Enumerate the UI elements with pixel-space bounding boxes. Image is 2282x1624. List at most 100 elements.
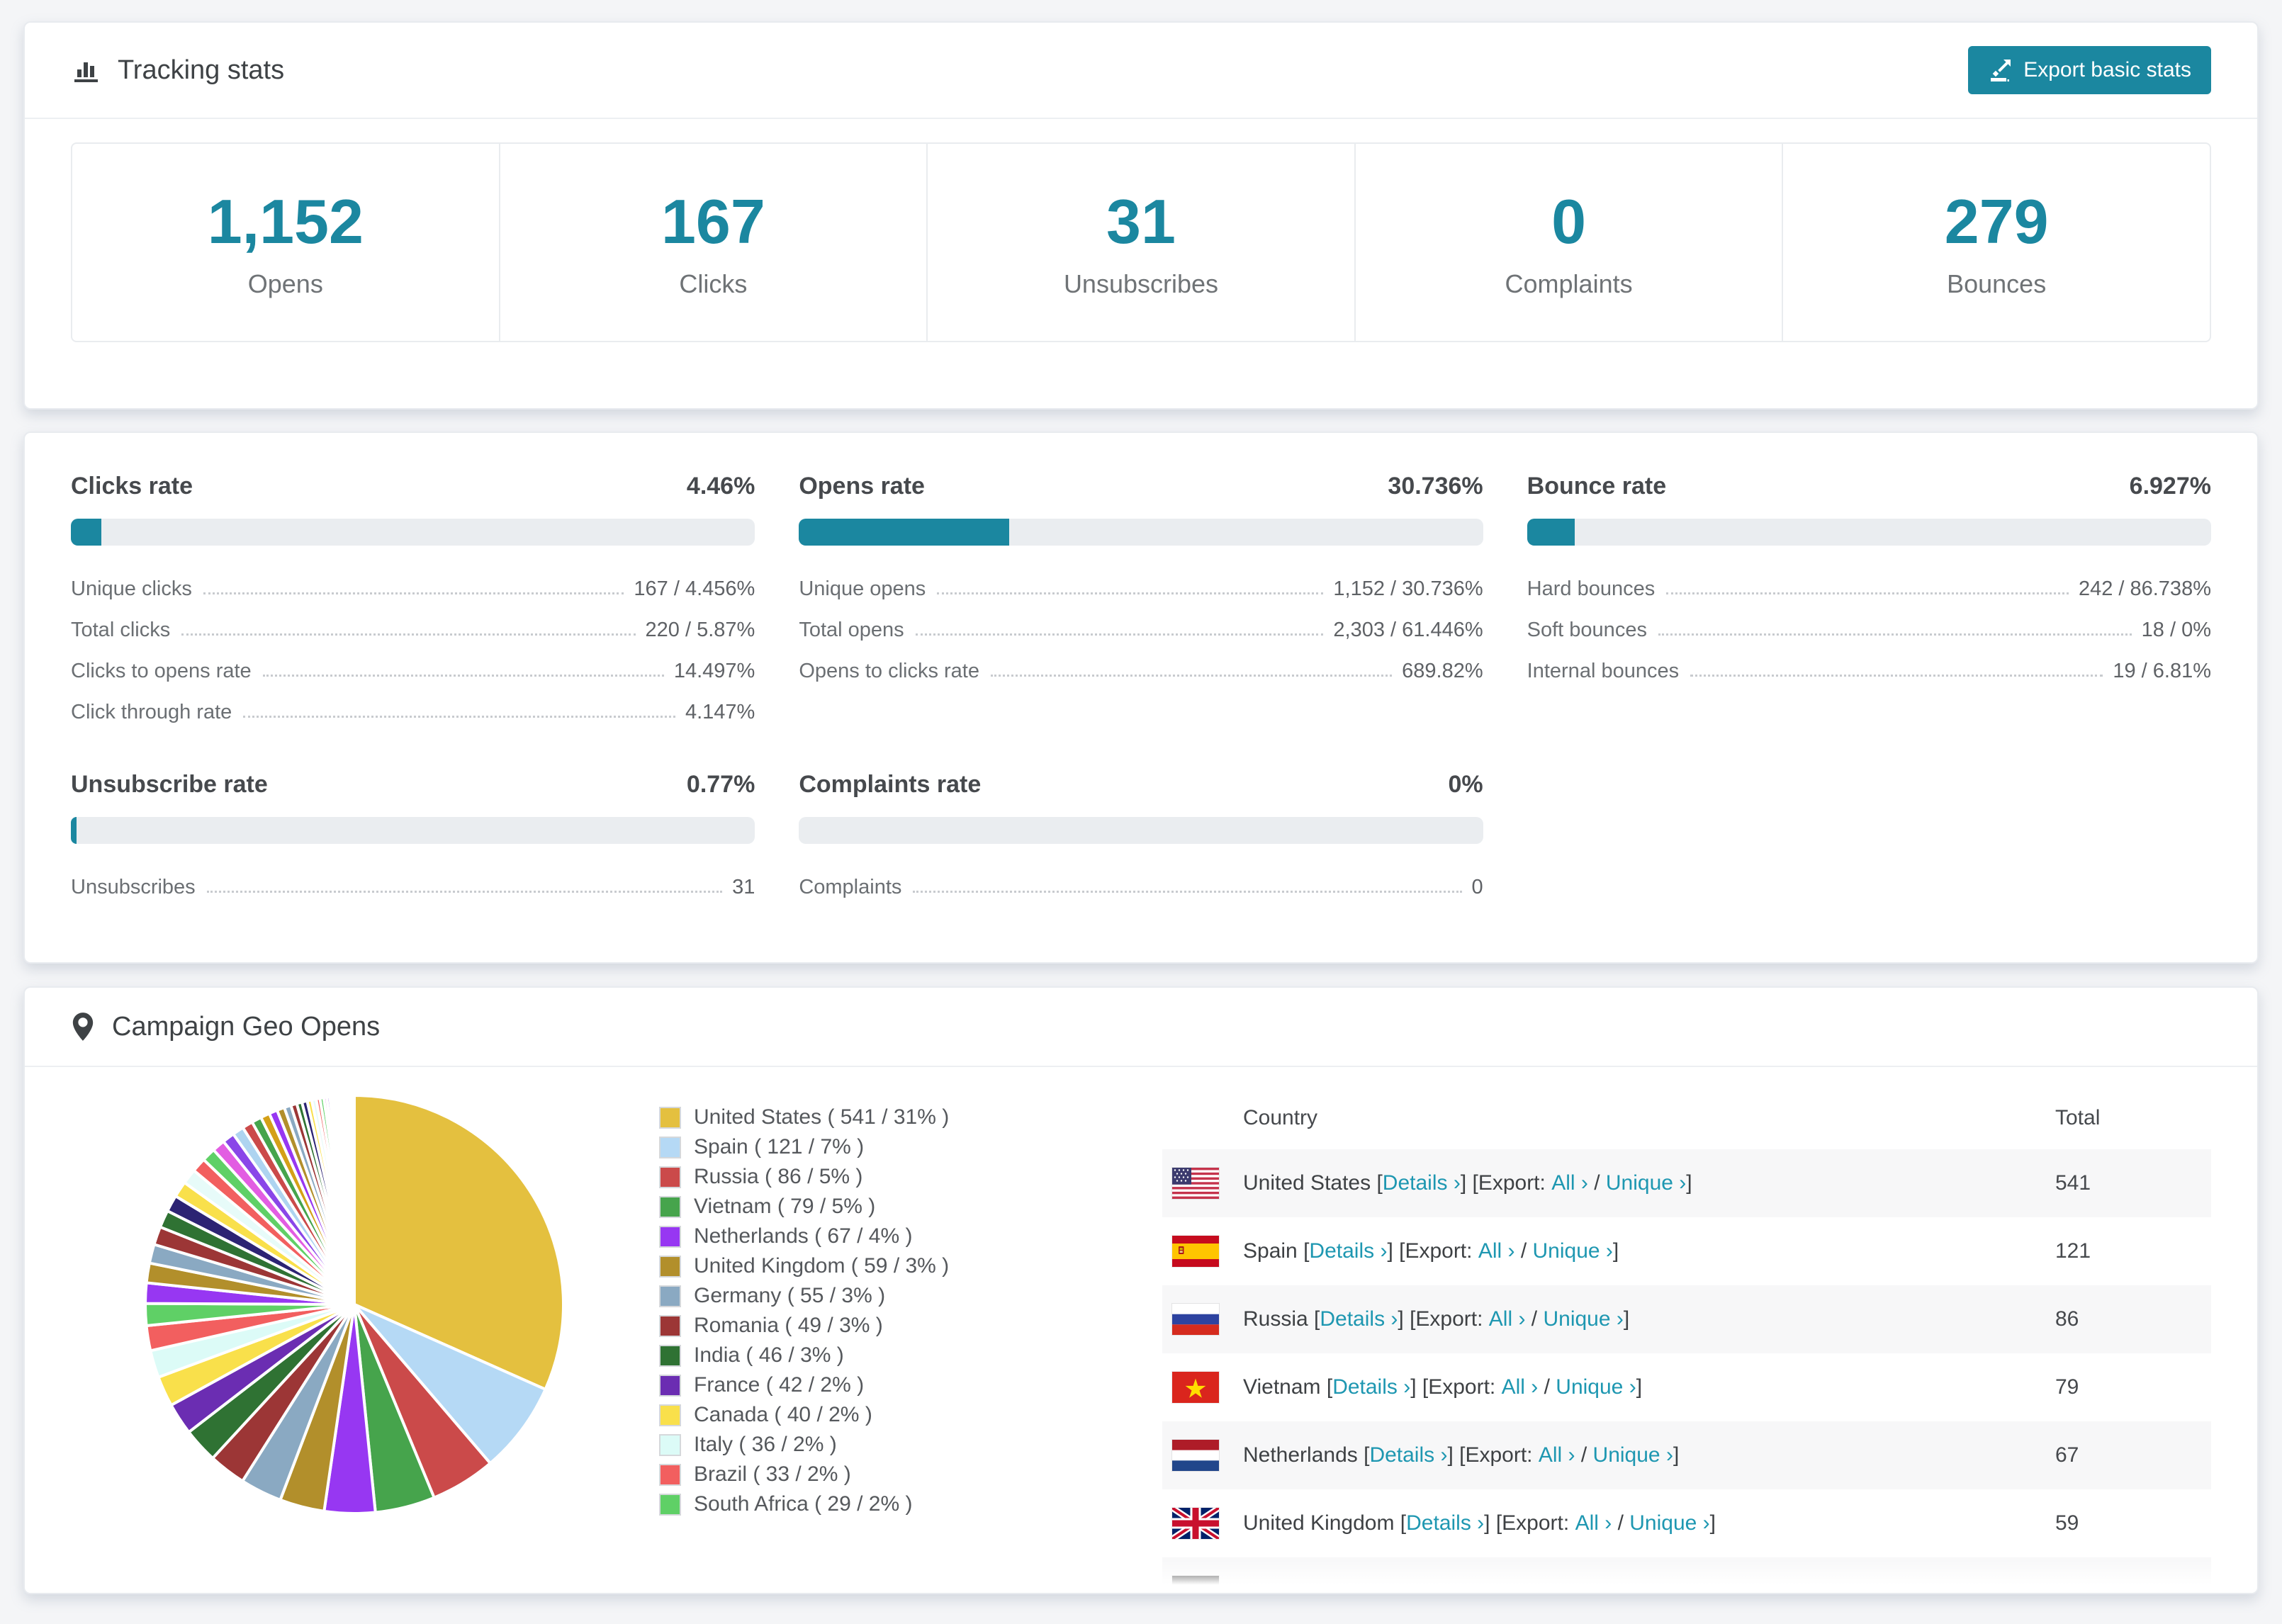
rate-row-click-through-rate: Click through rate 4.147% xyxy=(71,690,755,731)
stat-clicks: 167 Clicks xyxy=(500,144,928,341)
rate-row-hard-bounces: Hard bounces 242 / 86.738% xyxy=(1527,567,2211,608)
rate-progressfill-opens-rate xyxy=(799,519,1010,546)
row-punctuation: ] xyxy=(1686,1171,1692,1195)
rate-row-label: Opens to clicks rate xyxy=(799,660,979,682)
stat-label-bounces: Bounces xyxy=(1947,269,2047,298)
dotted-leader xyxy=(243,716,675,718)
rate-row-label: Unique clicks xyxy=(71,577,192,600)
campaign-geo-opens-header: Campaign Geo Opens xyxy=(25,988,2257,1067)
export-unique-link-russia[interactable]: Unique › xyxy=(1543,1307,1623,1331)
export-all-link-russia[interactable]: All › xyxy=(1489,1307,1526,1331)
rate-row-label: Unsubscribes xyxy=(71,876,196,898)
legend-label-united-states: United States ( 541 / 31% ) xyxy=(694,1105,950,1129)
rate-row-value: 14.497% xyxy=(673,660,755,682)
rate-unsubscribe-rate: Unsubscribe rate 0.77% Unsubscribes 31 xyxy=(71,771,755,906)
rate-row-value: 2,303 / 61.446% xyxy=(1333,619,1483,641)
geo-table-row-russia: Russia [Details ›] [Export: All › / Uniq… xyxy=(1162,1285,2211,1353)
export-unique-link-united-kingdom[interactable]: Unique › xyxy=(1629,1511,1709,1535)
campaign-geo-opens-body: United States ( 541 / 31% ) Spain ( 121 /… xyxy=(25,1067,2257,1593)
stat-label-clicks: Clicks xyxy=(679,269,748,298)
rate-progressbar-complaints-rate xyxy=(799,817,1483,844)
row-punctuation: ] xyxy=(1623,1307,1630,1331)
geo-pie-chart xyxy=(138,1088,570,1593)
dotted-leader xyxy=(990,675,1393,677)
total-column-header: Total xyxy=(2055,1106,2101,1129)
export-basic-stats-button[interactable]: Export basic stats xyxy=(1968,46,2211,94)
geo-row-country-cell xyxy=(1171,1575,2055,1593)
country-name: Netherlands xyxy=(1243,1443,1358,1467)
legend-label-brazil: Brazil ( 33 / 2% ) xyxy=(694,1462,851,1486)
legend-item-romania: Romania ( 49 / 3% ) xyxy=(659,1311,999,1341)
row-punctuation: ] xyxy=(1709,1511,1716,1535)
rate-value-unsubscribe-rate: 0.77% xyxy=(686,771,755,798)
details-link-united-kingdom[interactable]: Details › xyxy=(1406,1511,1484,1535)
export-unique-link-vietnam[interactable]: Unique › xyxy=(1556,1375,1636,1399)
export-all-link-spain[interactable]: All › xyxy=(1478,1239,1515,1263)
export-all-link-united-states[interactable]: All › xyxy=(1551,1171,1588,1195)
geo-pie-svg xyxy=(143,1093,565,1515)
legend-swatch-spain xyxy=(659,1136,681,1158)
export-unique-link-netherlands[interactable]: Unique › xyxy=(1593,1443,1673,1467)
export-all-link-netherlands[interactable]: All › xyxy=(1539,1443,1575,1467)
rate-progressfill-clicks-rate xyxy=(71,519,102,546)
legend-label-spain: Spain ( 121 / 7% ) xyxy=(694,1135,865,1158)
legend-label-france: France ( 42 / 2% ) xyxy=(694,1373,865,1397)
details-link-russia[interactable]: Details › xyxy=(1320,1307,1398,1331)
tracking-stats-header: Tracking stats Export basic stats xyxy=(25,23,2257,119)
row-punctuation: ] [Export: xyxy=(1460,1171,1552,1195)
page: Tracking stats Export basic stats 1,152 O… xyxy=(0,0,2282,1594)
dotted-leader xyxy=(203,592,624,594)
rate-title-bounce-rate: Bounce rate xyxy=(1527,473,1667,500)
rate-row-value: 4.147% xyxy=(685,701,755,723)
export-all-link-vietnam[interactable]: All › xyxy=(1502,1375,1539,1399)
details-link-netherlands[interactable]: Details › xyxy=(1369,1443,1447,1467)
geo-table-header: Country Total xyxy=(1162,1087,2211,1149)
rate-row-label: Hard bounces xyxy=(1527,577,1656,600)
legend-label-russia: Russia ( 86 / 5% ) xyxy=(694,1165,863,1188)
export-unique-link-united-states[interactable]: Unique › xyxy=(1606,1171,1686,1195)
stat-unsubscribes: 31 Unsubscribes xyxy=(928,144,1356,341)
rate-head-complaints-rate: Complaints rate 0% xyxy=(799,771,1483,799)
row-punctuation: [ xyxy=(1297,1239,1310,1263)
legend-swatch-italy xyxy=(659,1433,681,1456)
legend-label-netherlands: Netherlands ( 67 / 4% ) xyxy=(694,1224,913,1248)
details-link-spain[interactable]: Details › xyxy=(1309,1239,1387,1263)
export-unique-link-spain[interactable]: Unique › xyxy=(1533,1239,1613,1263)
rate-rows-complaints-rate: Complaints 0 xyxy=(799,865,1483,906)
rate-row-value: 18 / 0% xyxy=(2141,619,2211,641)
row-punctuation: ] [Export: xyxy=(1387,1239,1478,1263)
rates-grid: Clicks rate 4.46% Unique clicks 167 / 4.456… xyxy=(71,473,2211,906)
netherlands-flag-icon xyxy=(1171,1439,1220,1472)
legend-label-vietnam: Vietnam ( 79 / 5% ) xyxy=(694,1195,876,1218)
rate-row-label: Clicks to opens rate xyxy=(71,660,252,682)
row-punctuation: ] [Export: xyxy=(1484,1511,1575,1535)
rate-row-label: Click through rate xyxy=(71,701,232,723)
country-name: Russia xyxy=(1243,1307,1308,1331)
rate-row-value: 1,152 / 30.736% xyxy=(1333,577,1483,600)
dotted-leader xyxy=(1690,675,2103,677)
rate-complaints-rate: Complaints rate 0% Complaints 0 xyxy=(799,771,1483,906)
rate-row-internal-bounces: Internal bounces 19 / 6.81% xyxy=(1527,649,2211,690)
legend-swatch-russia xyxy=(659,1166,681,1188)
geo-table-row-united-states: United States [Details ›] [Export: All ›… xyxy=(1162,1149,2211,1217)
stat-value-clicks: 167 xyxy=(661,186,765,256)
geo-legend: United States ( 541 / 31% ) Spain ( 121 /… xyxy=(659,1103,999,1519)
rate-value-complaints-rate: 0% xyxy=(1448,771,1483,798)
rate-row-value: 167 / 4.456% xyxy=(634,577,755,600)
legend-item-brazil: Brazil ( 33 / 2% ) xyxy=(659,1460,999,1489)
rate-head-bounce-rate: Bounce rate 6.927% xyxy=(1527,473,2211,500)
details-link-vietnam[interactable]: Details › xyxy=(1332,1375,1410,1399)
tracking-stats-title-text: Tracking stats xyxy=(118,55,285,85)
rate-bounce-rate: Bounce rate 6.927% Hard bounces 242 / 86.73… xyxy=(1527,473,2211,731)
rate-row-label: Complaints xyxy=(799,876,902,898)
country-name: Spain xyxy=(1243,1239,1298,1263)
export-all-link-united-kingdom[interactable]: All › xyxy=(1575,1511,1612,1535)
legend-item-italy: Italy ( 36 / 2% ) xyxy=(659,1430,999,1460)
rates-card: Clicks rate 4.46% Unique clicks 167 / 4.456… xyxy=(23,432,2259,964)
rate-value-bounce-rate: 6.927% xyxy=(2129,473,2211,500)
campaign-geo-opens-title-text: Campaign Geo Opens xyxy=(112,1011,381,1042)
rate-row-value: 0 xyxy=(1471,876,1483,898)
country-name: United Kingdom xyxy=(1243,1511,1395,1535)
geo-row-country-cell: Vietnam [Details ›] [Export: All › / Uni… xyxy=(1171,1371,2055,1404)
details-link-united-states[interactable]: Details › xyxy=(1383,1171,1461,1195)
